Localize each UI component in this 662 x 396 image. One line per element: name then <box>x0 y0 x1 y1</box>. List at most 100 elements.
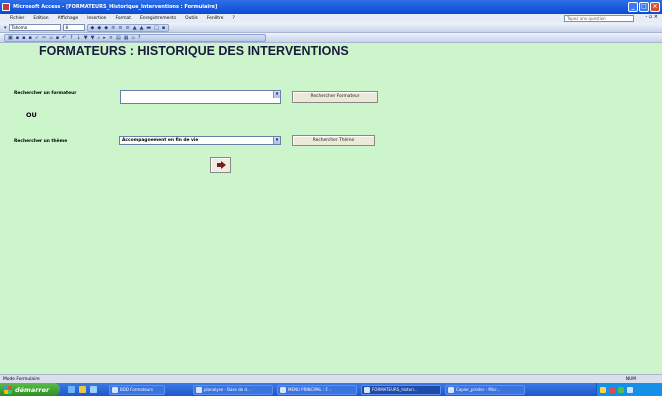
help-question-input[interactable]: Tapez une question <box>564 15 634 22</box>
search-formateur-label: Rechercher un formateur <box>14 91 77 96</box>
apply-filter-icon[interactable]: ▼ <box>91 35 95 41</box>
effect-icon[interactable]: ▪ <box>162 25 165 31</box>
menu-edition[interactable]: Edition <box>33 16 48 21</box>
menu-affichage[interactable]: Affichage <box>58 16 79 21</box>
new-record-icon[interactable]: ▸ <box>103 35 106 41</box>
desktop-icon[interactable] <box>90 386 97 393</box>
font-name-select[interactable]: Tahoma <box>8 24 61 31</box>
format-buttons-strip: ◆ ◆ ◆ ≡ ≡ ≡ ▲ ▲ ▬ □ ▪ <box>86 23 170 32</box>
sort-ascending-icon[interactable]: ↑ <box>69 35 73 41</box>
menu-insertion[interactable]: Insertion <box>87 16 106 21</box>
line-color-icon[interactable]: ▬ <box>146 25 151 31</box>
task-label: FORMATEURS_histori... <box>372 387 418 392</box>
task-planalyse[interactable]: planalyse - Base de d... <box>193 384 273 395</box>
align-center-icon[interactable]: ≡ <box>118 25 122 31</box>
search-theme-button[interactable]: Rechercher Thème <box>292 135 375 146</box>
access-app-icon <box>2 3 10 11</box>
start-label: démarrer <box>15 385 50 394</box>
task-label: Copier_pirater - Micr... <box>456 387 501 392</box>
underline-icon[interactable]: ◆ <box>104 25 108 31</box>
form-view-toolbar: ▣ ▪ ▪ ▪ ✓ ✂ ▫ ▪ ↶ ↑ ↓ ▼ ▼ ⌕ ▸ × ▤ ▦ ▫ ? <box>0 33 662 43</box>
start-button[interactable]: démarrer <box>0 383 60 396</box>
system-tray <box>596 383 662 396</box>
find-icon[interactable]: ⌕ <box>97 35 100 41</box>
task-menu-principal[interactable]: MENU PRINCIPAL : F... <box>277 384 357 395</box>
folder-icon[interactable] <box>79 386 86 393</box>
windows-taskbar: démarrer BDD Formateurs planalyse - Base… <box>0 383 662 396</box>
spelling-icon[interactable]: ✓ <box>35 35 39 41</box>
quick-launch <box>68 386 97 393</box>
fill-color-icon[interactable]: ▲ <box>133 25 137 31</box>
align-left-icon[interactable]: ≡ <box>111 25 115 31</box>
copy-icon[interactable]: ▫ <box>49 35 52 41</box>
security-icon[interactable] <box>609 386 615 393</box>
window-title: Microsoft Access - [FORMATEURS_Historiqu… <box>13 4 218 10</box>
menu-help[interactable]: ? <box>232 16 234 21</box>
database-window-icon[interactable]: ▦ <box>124 35 129 41</box>
sort-descending-icon[interactable]: ↓ <box>77 35 81 41</box>
status-num: NUM <box>625 377 636 382</box>
align-right-icon[interactable]: ≡ <box>126 25 130 31</box>
search-theme-combo[interactable]: Accompagnement en fin de vie ▼ <box>119 136 281 145</box>
search-formateur-button[interactable]: Rechercher Formateur <box>292 91 378 103</box>
view-icon[interactable]: ▣ <box>8 35 13 41</box>
network-icon[interactable] <box>600 386 606 393</box>
bold-icon[interactable]: ◆ <box>91 25 95 31</box>
standard-buttons-strip: ▣ ▪ ▪ ▪ ✓ ✂ ▫ ▪ ↶ ↑ ↓ ▼ ▼ ⌕ ▸ × ▤ ▦ ▫ ? <box>4 33 266 42</box>
save-icon[interactable]: ▪ <box>16 35 19 41</box>
chevron-down-icon[interactable]: ▼ <box>273 91 280 98</box>
ie-icon[interactable] <box>68 386 75 393</box>
formatting-toolbar: ▾ Tahoma 8 ◆ ◆ ◆ ≡ ≡ ≡ ▲ ▲ ▬ □ ▪ <box>0 23 662 33</box>
object-selector-icon[interactable]: ▾ <box>4 25 7 31</box>
task-copier-pirater[interactable]: Copier_pirater - Micr... <box>445 384 525 395</box>
or-label: OU <box>26 111 37 119</box>
antivirus-icon[interactable] <box>618 386 624 393</box>
font-size-select[interactable]: 8 <box>62 24 85 31</box>
search-formateur-combo[interactable]: ▼ <box>120 90 281 104</box>
task-label: BDD Formateurs <box>120 387 153 392</box>
volume-icon[interactable] <box>627 386 633 393</box>
arrow-right-icon <box>217 161 226 169</box>
status-bar: Mode Formulaire NUM <box>0 374 662 383</box>
menu-outils[interactable]: Outils <box>185 16 198 21</box>
task-bdd-formateurs[interactable]: BDD Formateurs <box>109 384 165 395</box>
search-theme-value: Accompagnement en fin de vie <box>122 138 199 143</box>
font-color-icon[interactable]: ▲ <box>140 25 144 31</box>
search-theme-label: Rechercher un thème <box>14 139 68 144</box>
paste-icon[interactable]: ▪ <box>56 35 59 41</box>
close-button[interactable]: × <box>650 2 660 12</box>
menu-format[interactable]: Format <box>115 16 130 21</box>
cut-icon[interactable]: ✂ <box>42 35 46 41</box>
folder-icon <box>112 386 118 393</box>
window-controls: _ □ × <box>628 2 660 12</box>
menu-enregistrements[interactable]: Enregistrements <box>140 16 176 21</box>
access-icon <box>196 386 202 393</box>
status-mode: Mode Formulaire <box>3 376 40 382</box>
undo-icon[interactable]: ↶ <box>62 35 66 41</box>
task-formateurs-historique[interactable]: FORMATEURS_histori... <box>361 384 441 395</box>
print-icon[interactable]: ▪ <box>22 35 25 41</box>
border-icon[interactable]: □ <box>154 25 159 31</box>
menu-fenetre[interactable]: Fenêtre <box>207 16 224 21</box>
task-label: MENU PRINCIPAL : F... <box>288 387 331 392</box>
task-label: planalyse - Base de d... <box>204 387 251 392</box>
preview-icon[interactable]: ▪ <box>29 35 32 41</box>
form-icon <box>280 386 286 393</box>
menu-bar: Fichier Edition Affichage Insertion Form… <box>0 14 662 23</box>
go-button[interactable] <box>210 157 231 173</box>
maximize-button[interactable]: □ <box>639 2 649 12</box>
properties-icon[interactable]: ▤ <box>116 35 121 41</box>
delete-record-icon[interactable]: × <box>109 35 113 41</box>
help-icon[interactable]: ? <box>138 35 141 41</box>
form-title: FORMATEURS : HISTORIQUE DES INTERVENTION… <box>39 44 349 58</box>
filter-icon[interactable]: ▼ <box>84 35 88 41</box>
italic-icon[interactable]: ◆ <box>97 25 101 31</box>
new-object-icon[interactable]: ▫ <box>131 35 134 41</box>
word-icon <box>448 386 454 393</box>
document-window-controls[interactable]: - ▫ × <box>645 14 658 20</box>
menu-fichier[interactable]: Fichier <box>10 16 24 21</box>
chevron-down-icon[interactable]: ▼ <box>273 137 280 144</box>
minimize-button[interactable]: _ <box>628 2 638 12</box>
window-title-bar[interactable]: Microsoft Access - [FORMATEURS_Historiqu… <box>0 0 662 14</box>
form-icon <box>364 386 370 393</box>
